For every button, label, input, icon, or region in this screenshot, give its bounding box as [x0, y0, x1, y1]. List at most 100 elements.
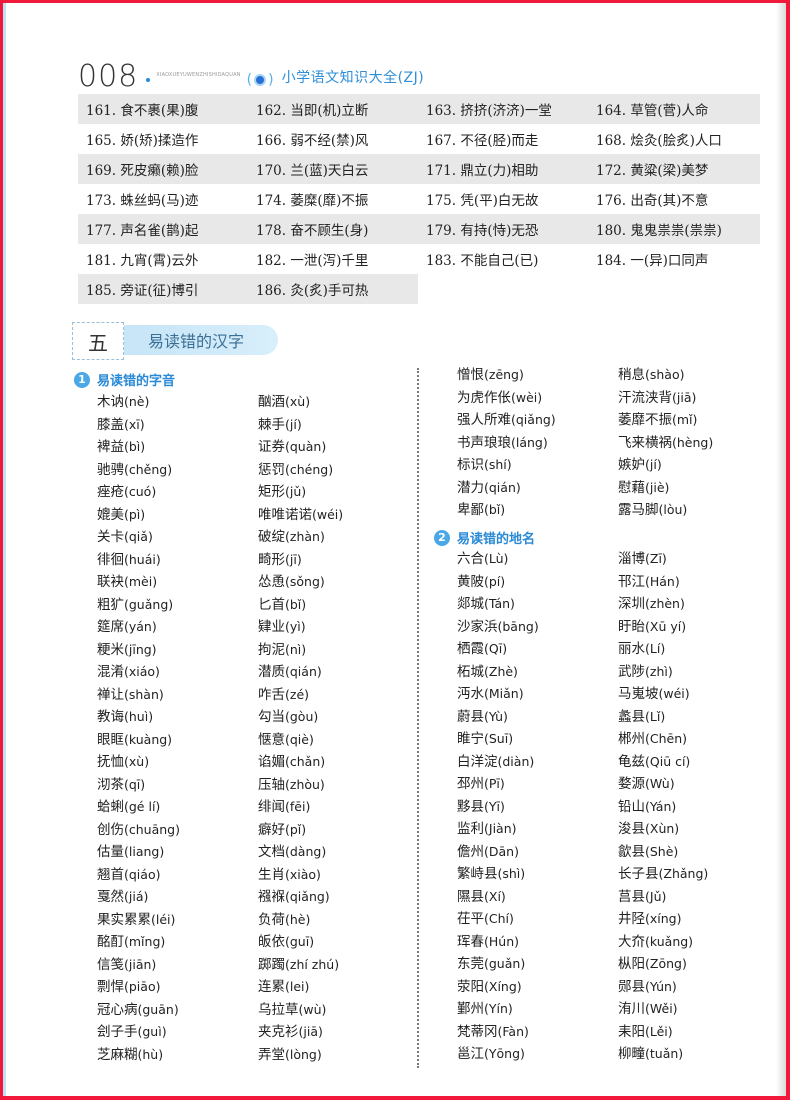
pinyin: (chěng) — [124, 461, 173, 477]
word-entry: 关卡(qiǎ) — [97, 526, 267, 549]
pinyin: (Qiū cí) — [645, 753, 691, 769]
word-entry: 郧县(Yún) — [618, 976, 788, 999]
pinyin: (qiáo) — [124, 866, 161, 882]
word-entry: 畸形(jī) — [258, 549, 428, 572]
pinyin: (lòng) — [285, 1046, 322, 1062]
word-entry: 憎恨(zēng) — [457, 364, 627, 387]
pinyin: (Hún) — [484, 933, 519, 949]
idiom-entry: 175. 凭(平)白无故 — [426, 193, 539, 209]
word: 徘徊 — [97, 551, 124, 568]
word-entry: 皈依(guī) — [258, 931, 428, 954]
number-circle-icon: 2 — [434, 529, 450, 546]
word-entry: 勾当(gòu) — [258, 706, 428, 729]
word-entry: 酩酊(mǐng) — [97, 931, 267, 954]
word-entry: 创伤(chuāng) — [97, 819, 267, 842]
word-entry: 莒县(Jǔ) — [618, 886, 788, 909]
pinyin: (qián) — [285, 664, 322, 679]
idiom-entry: 171. 鼎立(力)相助 — [426, 163, 539, 179]
word: 柳疃 — [618, 1046, 645, 1062]
word-entry: 拘泥(nì) — [258, 639, 428, 662]
circle-logo-icon — [254, 74, 267, 86]
word-entry: 标识(shí) — [457, 454, 627, 477]
word: 井陉 — [618, 911, 645, 927]
pinyin: (zhòu) — [285, 776, 325, 792]
pinyin: (sǒng) — [285, 574, 325, 589]
pinyin: (Yù) — [484, 708, 508, 724]
word: 淄博 — [618, 551, 645, 567]
word-entry: 芝麻糊(hù) — [97, 1044, 267, 1067]
word: 生肖 — [258, 866, 285, 883]
pinyin: (shí) — [484, 457, 512, 472]
idiom-entry: 162. 当即(机)立断 — [256, 103, 369, 119]
pinyin: (jí) — [285, 416, 302, 432]
word-entry: 粳米(jīng) — [97, 639, 267, 662]
pinyin: (pǐ) — [285, 821, 307, 837]
word: 蛤蜊 — [97, 799, 124, 815]
pinyin: (nè) — [124, 394, 150, 409]
subsection-heading-place-names: 2 易读错的地名 — [434, 528, 535, 547]
idiom-entry: 163. 挤挤(济济)一堂 — [426, 103, 552, 119]
pinyin: (Lí) — [645, 641, 666, 656]
word-entry: 抚恤(xù) — [97, 751, 267, 774]
word: 信笺 — [97, 956, 124, 973]
word: 媲美 — [97, 506, 124, 523]
pinyin: (qián) — [484, 479, 521, 495]
word-entry: 刽子手(guì) — [97, 1021, 267, 1044]
pinyin: (Shè) — [645, 843, 679, 859]
pinyin: (hè) — [285, 911, 311, 927]
pronunciation-column-1: 木讷(nè) 膝盖(xī) 裨益(bì) 驰骋(chěng) 痤疮(cuó) 媲美(pì)… — [97, 391, 267, 1066]
word-entry: 荥阳(Xíng) — [457, 976, 627, 999]
word-entry: 嫉妒(jí) — [618, 454, 788, 477]
pinyin: (qiǎ) — [124, 529, 153, 544]
pinyin: (Xùn) — [645, 821, 680, 836]
pinyin: (guǎn) — [484, 956, 526, 971]
idiom-entry: 186. 灸(炙)手可热 — [256, 283, 369, 299]
word: 癖好 — [258, 821, 285, 838]
word: 深圳 — [618, 596, 645, 612]
word-entry: 联袂(mèi) — [97, 571, 267, 594]
word: 梵蒂冈 — [457, 1023, 498, 1040]
pinyin: (qī) — [124, 776, 146, 792]
word: 蠡县 — [618, 708, 645, 725]
word-entry: 酗酒(xù) — [258, 391, 428, 414]
word-entry: 证券(quàn) — [258, 436, 428, 459]
word: 监利 — [457, 821, 484, 837]
pinyin: (Miǎn) — [484, 686, 524, 701]
pinyin: (shì) — [497, 866, 526, 881]
word: 黄陂 — [457, 573, 484, 590]
word-entry: 婺源(Wù) — [618, 773, 788, 796]
word: 邕江 — [457, 1046, 484, 1062]
word: 肄业 — [258, 619, 285, 635]
word: 婺源 — [618, 776, 645, 792]
word-entry: 黟县(Yī) — [457, 796, 627, 819]
pinyin: (xíng) — [645, 911, 682, 926]
page-header: 008 XIAOXUEYUWENZHISHIDAQUAN ( ) 小学语文知识大… — [78, 56, 424, 92]
word-entry: 潜力(qián) — [457, 477, 627, 500]
pinyin: (bāng) — [497, 618, 539, 634]
subsection-heading-pronunciation: 1 易读错的字音 — [74, 370, 175, 389]
pinyin: (qiè) — [285, 731, 314, 747]
pinyin: (Jiàn) — [484, 821, 517, 836]
word: 联袂 — [97, 574, 124, 590]
word: 粗犷 — [97, 596, 124, 613]
word: 绯闻 — [258, 799, 285, 815]
word: 浚县 — [618, 821, 645, 837]
pinyin: (chéng) — [285, 461, 334, 477]
word-entry: 弄堂(lòng) — [258, 1044, 428, 1067]
pinyin: (xī) — [124, 416, 145, 432]
word-entry: 破绽(zhàn) — [258, 526, 428, 549]
word: 痤疮 — [97, 484, 124, 500]
word: 沔水 — [457, 686, 484, 702]
word: 马嵬坡 — [618, 686, 659, 702]
word: 露马脚 — [618, 502, 659, 518]
pinyin: (Xíng) — [484, 978, 522, 994]
pronunciation-column-2: 酗酒(xù) 棘手(jí) 证券(quàn) 惩罚(chéng) 矩形(jǔ) 唯唯诺诺(… — [258, 391, 428, 1066]
word: 龟兹 — [618, 753, 645, 770]
idiom-entry: 181. 九宵(霄)云外 — [86, 253, 199, 269]
idiom-entry: 172. 黄粱(梁)美梦 — [596, 163, 709, 179]
word: 郧县 — [618, 978, 645, 995]
idiom-entry: 164. 草管(菅)人命 — [596, 103, 709, 119]
word-entry: 冠心病(guān) — [97, 999, 267, 1022]
pinyin: (jī) — [285, 551, 302, 567]
word: 潜力 — [457, 479, 484, 496]
